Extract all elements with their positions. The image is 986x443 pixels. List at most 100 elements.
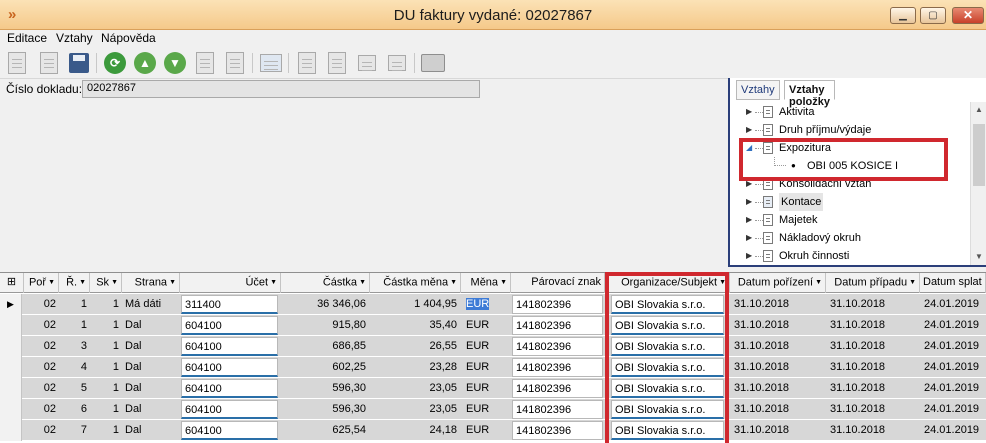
append-row-icon[interactable] xyxy=(384,51,410,75)
cell-datum-porizeni[interactable]: 31.10.2018 xyxy=(731,421,825,440)
new-record-icon[interactable] xyxy=(4,51,30,75)
cell-mena[interactable]: EUR xyxy=(463,316,509,335)
expand-arrow-icon[interactable]: ▶ xyxy=(746,229,754,247)
grid-settings-icon[interactable]: ⊞ xyxy=(0,273,24,293)
cell-sk[interactable]: 1 xyxy=(90,379,122,398)
cell-datum-porizeni[interactable]: 31.10.2018 xyxy=(731,358,825,377)
cell-castka[interactable]: 915,80 xyxy=(281,316,369,335)
table-row[interactable]: 02 4 1 Dal 604100 602,25 23,28 EUR 141802396 OBI … xyxy=(0,357,986,378)
remove-row-icon[interactable] xyxy=(324,51,350,75)
cell-strana[interactable]: Dal xyxy=(122,400,180,419)
table-row[interactable]: ▶ 02 1 1 Má dáti 311400 36 346,06 1 404,95 EUR 14… xyxy=(0,294,986,315)
cell-castka-mena[interactable]: 35,40 xyxy=(370,316,460,335)
column-header[interactable]: Párovací znak xyxy=(511,273,605,293)
cell-ucet[interactable]: 604100 xyxy=(181,379,278,398)
tree-scrollbar[interactable]: ▲ ▼ xyxy=(970,102,986,265)
cell-por[interactable]: 02 xyxy=(24,400,59,419)
move-up-icon[interactable]: ▲ xyxy=(132,51,158,75)
cell-strana[interactable]: Dal xyxy=(122,316,180,335)
cell-parovaci-znak[interactable]: 141802396 xyxy=(512,379,603,398)
cell-ucet[interactable]: 604100 xyxy=(181,337,278,356)
cell-por[interactable]: 02 xyxy=(24,379,59,398)
cell-ucet[interactable]: 311400 xyxy=(181,295,278,314)
cell-radek[interactable]: 5 xyxy=(59,379,90,398)
cell-datum-porizeni[interactable]: 31.10.2018 xyxy=(731,316,825,335)
cell-radek[interactable]: 6 xyxy=(59,400,90,419)
cell-parovaci-znak[interactable]: 141802396 xyxy=(512,295,603,314)
cell-datum-pripadu[interactable]: 31.10.2018 xyxy=(827,337,919,356)
column-header[interactable]: Částka měna ▼ xyxy=(370,273,461,293)
cell-strana[interactable]: Dal xyxy=(122,358,180,377)
row-indicator[interactable] xyxy=(0,399,22,420)
paste-icon[interactable] xyxy=(222,51,248,75)
refresh-icon[interactable]: ⟳ xyxy=(102,51,128,75)
column-header[interactable]: Datum pořízení ▼ xyxy=(730,273,826,293)
cell-datum-porizeni[interactable]: 31.10.2018 xyxy=(731,379,825,398)
cell-strana[interactable]: Dal xyxy=(122,379,180,398)
cell-parovaci-znak[interactable]: 141802396 xyxy=(512,337,603,356)
row-indicator[interactable] xyxy=(0,315,22,336)
cell-sk[interactable]: 1 xyxy=(90,337,122,356)
document-number-field[interactable]: 02027867 xyxy=(82,80,480,98)
cell-strana[interactable]: Dal xyxy=(122,421,180,440)
cell-por[interactable]: 02 xyxy=(24,421,59,440)
preview-icon[interactable] xyxy=(258,51,284,75)
cell-datum-splatnosti[interactable]: 24.01.2019 xyxy=(921,421,986,440)
cell-castka-mena[interactable]: 26,55 xyxy=(370,337,460,356)
current-row-indicator-icon[interactable]: ▶ xyxy=(0,294,22,315)
cell-sk[interactable]: 1 xyxy=(90,400,122,419)
column-header[interactable]: Ř. ▼ xyxy=(59,273,90,293)
cell-radek[interactable]: 3 xyxy=(59,337,90,356)
table-row[interactable]: 02 1 1 Dal 604100 915,80 35,40 EUR 141802396 OBI … xyxy=(0,315,986,336)
cell-mena[interactable]: EUR xyxy=(463,379,509,398)
cell-datum-splatnosti[interactable]: 24.01.2019 xyxy=(921,295,986,314)
row-indicator[interactable] xyxy=(0,420,22,441)
scroll-down-icon[interactable]: ▼ xyxy=(971,249,986,265)
cell-datum-pripadu[interactable]: 31.10.2018 xyxy=(827,358,919,377)
cell-parovaci-znak[interactable]: 141802396 xyxy=(512,316,603,335)
table-row[interactable]: 02 7 1 Dal 604100 625,54 24,18 EUR 141802396 OBI … xyxy=(0,420,986,441)
column-header[interactable]: Datum splat xyxy=(920,273,986,293)
cell-castka[interactable]: 596,30 xyxy=(281,400,369,419)
expand-arrow-icon[interactable]: ▶ xyxy=(746,103,754,121)
column-header[interactable]: Měna ▼ xyxy=(461,273,511,293)
cell-radek[interactable]: 1 xyxy=(59,295,90,314)
cell-castka-mena[interactable]: 23,05 xyxy=(370,379,460,398)
cell-strana[interactable]: Dal xyxy=(122,337,180,356)
cell-por[interactable]: 02 xyxy=(24,337,59,356)
cell-mena[interactable]: EUR xyxy=(463,421,509,440)
scroll-up-icon[interactable]: ▲ xyxy=(971,102,986,118)
expand-arrow-icon[interactable]: ▶ xyxy=(746,211,754,229)
cell-sk[interactable]: 1 xyxy=(90,421,122,440)
expand-arrow-icon[interactable]: ▶ xyxy=(746,193,754,211)
cell-ucet[interactable]: 604100 xyxy=(181,400,278,419)
column-header[interactable]: Strana ▼ xyxy=(122,273,180,293)
cell-sk[interactable]: 1 xyxy=(90,295,122,314)
insert-row-icon[interactable] xyxy=(354,51,380,75)
minimize-button[interactable]: ▁ xyxy=(890,7,916,24)
cell-datum-porizeni[interactable]: 31.10.2018 xyxy=(731,337,825,356)
cell-castka[interactable]: 686,85 xyxy=(281,337,369,356)
cell-radek[interactable]: 4 xyxy=(59,358,90,377)
cell-mena[interactable]: EUR xyxy=(463,358,509,377)
cell-mena[interactable]: EUR xyxy=(463,295,509,314)
expand-arrow-icon[interactable]: ▶ xyxy=(746,247,754,265)
cell-ucet[interactable]: 604100 xyxy=(181,316,278,335)
cell-datum-pripadu[interactable]: 31.10.2018 xyxy=(827,421,919,440)
cell-datum-splatnosti[interactable]: 24.01.2019 xyxy=(921,358,986,377)
menu-editace[interactable]: Editace xyxy=(7,31,47,45)
cell-datum-porizeni[interactable]: 31.10.2018 xyxy=(731,400,825,419)
column-header[interactable]: Účet ▼ xyxy=(180,273,281,293)
tab-vztahy[interactable]: Vztahy xyxy=(736,80,780,100)
cell-por[interactable]: 02 xyxy=(24,358,59,377)
column-header[interactable]: Datum případu ▼ xyxy=(826,273,920,293)
cell-castka-mena[interactable]: 1 404,95 xyxy=(370,295,460,314)
cell-por[interactable]: 02 xyxy=(24,316,59,335)
cell-radek[interactable]: 1 xyxy=(59,316,90,335)
move-down-icon[interactable]: ▼ xyxy=(162,51,188,75)
cell-datum-splatnosti[interactable]: 24.01.2019 xyxy=(921,316,986,335)
copy-record-icon[interactable] xyxy=(36,51,62,75)
cell-castka-mena[interactable]: 23,05 xyxy=(370,400,460,419)
cell-castka[interactable]: 602,25 xyxy=(281,358,369,377)
cell-sk[interactable]: 1 xyxy=(90,358,122,377)
